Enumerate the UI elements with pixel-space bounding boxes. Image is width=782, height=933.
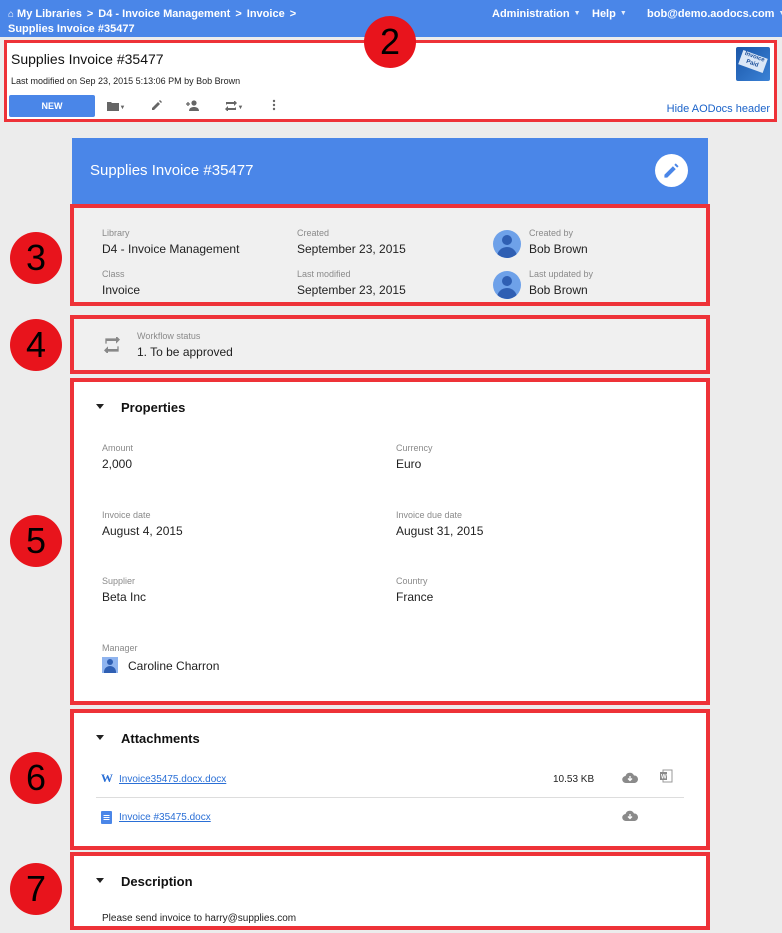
breadcrumb-library[interactable]: D4 - Invoice Management [98, 8, 230, 20]
add-person-icon [185, 100, 200, 114]
marker-6: 6 [10, 752, 62, 804]
workflow-button[interactable]: ▼ [223, 99, 245, 115]
marker-3: 3 [10, 232, 62, 284]
attachment-size: 10.53 KB [553, 774, 595, 785]
marker-2: 2 [364, 16, 416, 68]
invoice-due-date-value: August 31, 2015 [396, 524, 484, 538]
supplier-value: Beta Inc [102, 590, 147, 604]
administration-label: Administration [492, 8, 570, 20]
amount-value: 2,000 [102, 457, 133, 471]
amount-label: Amount [102, 443, 134, 453]
header-title: Supplies Invoice #35477 [11, 51, 164, 67]
help-label: Help [592, 8, 616, 20]
thumbnail-tag: Invoice Paid [738, 50, 768, 73]
breadcrumb-separator: > [289, 8, 297, 20]
breadcrumb-separator: > [235, 8, 242, 20]
class-label: Class [102, 269, 125, 279]
description-text: Please send invoice to harry@supplies.co… [102, 913, 297, 924]
open-in-word-icon[interactable]: W [659, 769, 673, 788]
class-value: Invoice [102, 283, 141, 297]
last-modified-info: Last modified on Sep 23, 2015 5:13:06 PM… [11, 76, 241, 86]
help-menu[interactable]: Help ▼ [592, 8, 627, 20]
breadcrumb-my-libraries[interactable]: My Libraries [17, 8, 82, 20]
workflow-status-panel: Workflow status 1. To be approved [70, 315, 710, 374]
collapse-caret-icon[interactable] [96, 878, 104, 883]
attachments-heading[interactable]: Attachments [121, 731, 200, 746]
manager-value[interactable]: Caroline Charron [128, 659, 219, 673]
description-heading[interactable]: Description [121, 874, 193, 889]
collapse-caret-icon[interactable] [96, 404, 104, 409]
home-icon: ⌂ [8, 9, 15, 20]
hide-header-link[interactable]: Hide AODocs header [667, 103, 770, 115]
manager-avatar [102, 657, 118, 673]
document-thumbnail[interactable]: Invoice Paid [736, 47, 770, 81]
google-doc-icon [101, 811, 112, 829]
avatar [493, 271, 521, 299]
country-label: Country [396, 576, 428, 586]
document-title: Supplies Invoice #35477 [90, 162, 254, 179]
breadcrumb-class[interactable]: Invoice [247, 8, 285, 20]
last-updated-by-value: Bob Brown [529, 283, 588, 297]
workflow-icon [224, 100, 237, 114]
collapse-caret-icon[interactable] [96, 735, 104, 740]
share-button[interactable] [181, 99, 203, 115]
last-modified-value: September 23, 2015 [297, 283, 406, 297]
attachments-panel: Attachments W Invoice35475.docx.docx 10.… [70, 709, 710, 850]
last-modified-label: Last modified [297, 269, 351, 279]
created-label: Created [297, 228, 330, 238]
currency-label: Currency [396, 443, 433, 453]
breadcrumb-separator: > [86, 8, 94, 20]
marker-5: 5 [10, 515, 62, 567]
breadcrumb-current-document: Supplies Invoice #35477 [8, 23, 135, 35]
word-file-icon: W [101, 771, 113, 785]
edit-document-button[interactable] [655, 154, 688, 187]
properties-panel: Properties Amount 2,000 Currency Euro In… [70, 378, 710, 705]
library-label: Library [102, 228, 130, 238]
account-menu[interactable]: bob@demo.aodocs.com ▼ [647, 8, 782, 20]
folder-icon [106, 100, 119, 114]
pencil-icon [151, 100, 163, 114]
move-folder-button[interactable]: ▼ [105, 99, 127, 115]
attachment-link[interactable]: Invoice35475.docx.docx [119, 774, 226, 785]
properties-heading[interactable]: Properties [121, 400, 185, 415]
administration-menu[interactable]: Administration ▼ [492, 8, 581, 20]
svg-text:W: W [661, 775, 667, 781]
library-value: D4 - Invoice Management [102, 242, 240, 256]
created-by-label: Created by [529, 228, 574, 238]
currency-value: Euro [396, 457, 422, 471]
account-email: bob@demo.aodocs.com [647, 8, 775, 20]
created-value: September 23, 2015 [297, 242, 406, 256]
invoice-date-value: August 4, 2015 [102, 524, 183, 538]
description-panel: Description Please send invoice to harry… [70, 852, 710, 930]
attachment-link[interactable]: Invoice #35475.docx [119, 812, 211, 823]
marker-7: 7 [10, 863, 62, 915]
avatar [493, 230, 521, 258]
chevron-down-icon: ▼ [778, 10, 782, 17]
invoice-date-label: Invoice date [102, 510, 151, 520]
workflow-status-value: 1. To be approved [137, 345, 233, 359]
invoice-due-date-label: Invoice due date [396, 510, 463, 520]
chevron-down-icon: ▼ [573, 10, 581, 17]
chevron-down-icon: ▼ [119, 105, 126, 111]
workflow-icon [104, 335, 120, 358]
country-value: France [396, 590, 434, 604]
chevron-down-icon: ▼ [619, 10, 627, 17]
more-actions-button[interactable] [263, 99, 285, 115]
marker-4: 4 [10, 319, 62, 371]
attachment-divider [96, 797, 684, 798]
workflow-status-label: Workflow status [137, 331, 201, 341]
edit-button[interactable] [146, 99, 168, 115]
breadcrumb: ⌂ My Libraries > D4 - Invoice Management > In… [8, 7, 301, 36]
new-button[interactable]: NEW [9, 95, 95, 117]
document-title-banner: Supplies Invoice #35477 [72, 138, 708, 204]
supplier-label: Supplier [102, 576, 136, 586]
last-updated-by-label: Last updated by [529, 269, 594, 279]
document-metadata-panel: Library D4 - Invoice Management Class In… [70, 204, 710, 306]
cloud-download-icon[interactable] [622, 771, 639, 789]
manager-label: Manager [102, 643, 138, 653]
more-vert-icon [272, 99, 276, 114]
created-by-value: Bob Brown [529, 242, 588, 256]
cloud-download-icon[interactable] [622, 809, 639, 827]
chevron-down-icon: ▼ [237, 105, 244, 111]
